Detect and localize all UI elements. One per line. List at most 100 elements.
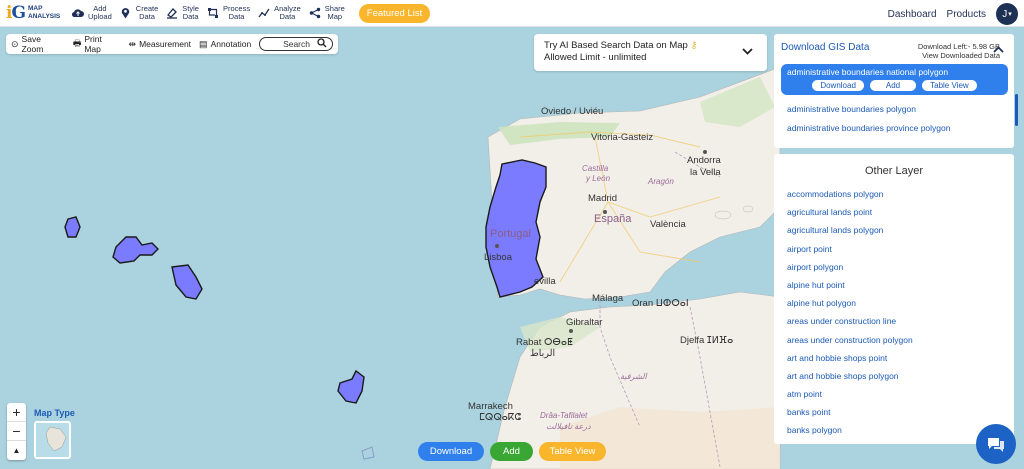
ai-search-limit: Allowed Limit - unlimited	[544, 52, 647, 63]
layer-item[interactable]: agricultural lands point	[774, 203, 1014, 221]
gibraltar-dot	[569, 329, 573, 333]
caret-down-icon: ▾	[1008, 11, 1012, 18]
search-icon	[317, 38, 327, 50]
zoom-out-button[interactable]: −	[7, 422, 26, 441]
ai-search-box[interactable]: Try AI Based Search Data on Map ⚷ Allowe…	[534, 34, 767, 71]
layer-item[interactable]: agricultural lands polygon	[774, 221, 1014, 239]
label-valencia: València	[650, 219, 686, 230]
process-icon	[207, 7, 219, 19]
user-avatar[interactable]: J ▾	[996, 3, 1018, 25]
chevron-down-icon[interactable]	[742, 46, 753, 58]
layer-item[interactable]: accommodations polygon	[774, 185, 1014, 203]
analyze-icon	[258, 7, 270, 19]
layer-item[interactable]: areas under construction polygon	[774, 331, 1014, 349]
chat-button[interactable]	[976, 424, 1016, 464]
map-type-thumbnail[interactable]	[34, 421, 71, 459]
map-type-preview	[36, 423, 69, 457]
add-button[interactable]: Add	[490, 442, 533, 461]
label-la-vella: la Vella	[690, 167, 721, 178]
nav-create-data[interactable]: Create Data	[120, 5, 158, 21]
azores-island-west[interactable]	[64, 216, 81, 238]
top-navbar: iG MAP ANALYSIS Add Upload Create Data Styl…	[0, 0, 1024, 27]
annotation-button[interactable]: ▤ Annotation	[199, 39, 251, 50]
zoom-in-button[interactable]: +	[7, 403, 26, 422]
label-djelfa: Djelfa ⵊⵍⴼⴰ	[680, 335, 734, 346]
measurement-button[interactable]: ⇹ Measurement	[129, 39, 192, 50]
balearic-island	[714, 210, 732, 220]
label-castilla: Castilla	[582, 164, 609, 173]
save-zoom-icon: ⊙	[11, 38, 19, 49]
label-madrid: Madrid	[588, 193, 618, 204]
layer-item[interactable]: atm point	[774, 385, 1014, 403]
save-zoom-button[interactable]: ⊙ Save Zoom	[11, 34, 65, 54]
ai-search-title: Try AI Based Search Data on Map ⚷	[544, 40, 698, 51]
balearic-island	[742, 205, 754, 213]
nav-add-upload[interactable]: Add Upload	[72, 5, 112, 21]
table-view-button[interactable]: Table View	[539, 442, 606, 461]
gis-layer-selected[interactable]: administrative boundaries national polyg…	[781, 64, 1008, 95]
layer-item[interactable]: alpine hut polygon	[774, 294, 1014, 312]
map-toolbar: ⊙ Save Zoom 🖶 Print Map ⇹ Measurement ▤ Anno…	[6, 34, 338, 54]
bottom-action-bar: Download Add Table View	[418, 442, 612, 461]
cloud-upload-icon	[72, 7, 84, 19]
style-icon	[166, 7, 178, 19]
label-gibraltar: Gibraltar	[566, 317, 603, 328]
layer-add-button[interactable]: Add	[869, 80, 917, 91]
layer-item[interactable]: alpine hut point	[774, 276, 1014, 294]
featured-list-button[interactable]: Featured List	[358, 3, 431, 23]
chevron-up-icon[interactable]	[993, 44, 1004, 56]
layer-item[interactable]: areas under construction line	[774, 312, 1014, 330]
download-gis-panel: Download GIS Data Download Left:- 5.98 G…	[774, 34, 1014, 148]
products-link[interactable]: Products	[947, 9, 986, 20]
logo-mark: iG	[6, 3, 26, 23]
label-marrakech: Marrakech	[468, 401, 513, 412]
andorra-dot	[703, 150, 707, 154]
dashboard-link[interactable]: Dashboard	[888, 9, 937, 20]
map-type-label: Map Type	[34, 408, 75, 418]
layer-item[interactable]: banks point	[774, 403, 1014, 421]
label-oviedo: Oviedo / Uviéu	[541, 106, 604, 117]
annotation-icon: ▤	[199, 38, 208, 49]
label-malaga: Málaga	[592, 293, 624, 304]
layer-item[interactable]: art and hobbie shops point	[774, 349, 1014, 367]
gis-selected-label: administrative boundaries national polyg…	[787, 67, 949, 77]
panel-scrollbar[interactable]	[1015, 94, 1018, 126]
label-rabat: Rabat ⵔⴱⴰⵟ	[516, 337, 573, 348]
download-button[interactable]: Download	[418, 442, 484, 461]
brand-logo[interactable]: iG MAP ANALYSIS	[6, 3, 64, 23]
lisboa-dot	[495, 244, 499, 248]
label-rabat-ar: الرباط	[530, 348, 556, 359]
gis-layer-item[interactable]: administrative boundaries province polyg…	[774, 123, 1014, 133]
ruler-icon: ⇹	[128, 38, 137, 49]
layer-download-button[interactable]: Download	[812, 80, 864, 91]
share-icon	[309, 7, 321, 19]
label-espana: España	[594, 213, 632, 225]
nav-share-map[interactable]: Share Map	[309, 5, 345, 21]
print-map-button[interactable]: 🖶 Print Map	[73, 34, 121, 54]
gis-layer-item[interactable]: administrative boundaries polygon	[774, 104, 1014, 114]
layer-table-view-button[interactable]: Table View	[922, 80, 977, 91]
zoom-control: + − ▲	[7, 403, 26, 460]
nav-analyze-data[interactable]: Analyze Data	[258, 5, 301, 21]
download-left: Download Left:- 5.98 GB	[917, 42, 1000, 51]
layer-item[interactable]: airport polygon	[774, 258, 1014, 276]
other-layer-panel: Other Layer accommodations polygon agric…	[774, 154, 1014, 444]
gis-panel-title: Download GIS Data	[781, 42, 870, 53]
nav-style-data[interactable]: Style Data	[166, 5, 199, 21]
north-arrow-button[interactable]: ▲	[7, 441, 26, 460]
key-icon: ⚷	[690, 40, 698, 51]
label-region-ar: الشرقية	[620, 372, 647, 381]
label-portugal: Portugal	[490, 228, 531, 240]
layer-item[interactable]: airport point	[774, 240, 1014, 258]
map-search-input[interactable]: Search	[259, 37, 333, 51]
other-layer-title: Other Layer	[864, 165, 924, 177]
label-andorra: Andorra	[687, 155, 721, 166]
view-downloaded-link[interactable]: View Downloaded Data	[918, 51, 1000, 60]
nav-process-data[interactable]: Process Data	[207, 5, 250, 21]
label-draa: Drâa-Tafilalet	[540, 411, 588, 420]
layer-item[interactable]: art and hobbie shops polygon	[774, 367, 1014, 385]
printer-icon: 🖶	[72, 38, 82, 48]
label-lisboa: Lisboa	[484, 252, 512, 263]
chat-icon	[988, 437, 1004, 452]
label-vitoria: Vitoria-Gasteiz	[591, 132, 654, 143]
